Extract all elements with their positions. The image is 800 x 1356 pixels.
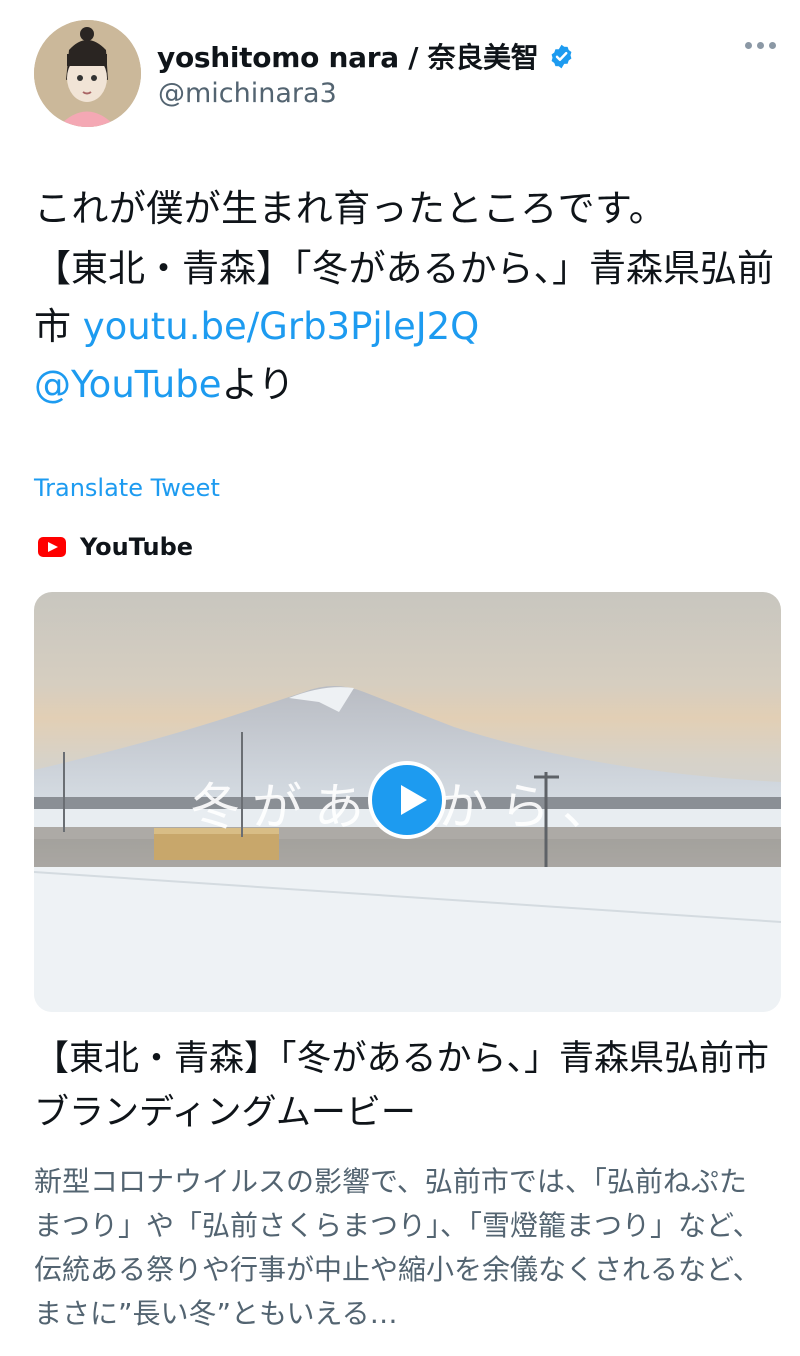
- tweet-text-body: 【東北・青森】「冬があるから、」青森県弘前市 youtu.be/Grb3Pjle…: [34, 240, 784, 414]
- tweet-text-line1: これが僕が生まれ育ったところです。: [34, 187, 667, 230]
- verified-badge-icon: [552, 44, 572, 68]
- tweet-text: これが僕が生まれ育ったところです。 【東北・青森】「冬があるから、」青森県弘前市…: [34, 180, 784, 414]
- tweet-text-suffix: より: [221, 363, 295, 406]
- avatar[interactable]: [34, 20, 141, 127]
- tweet-link[interactable]: youtu.be/Grb3PjleJ2Q: [83, 305, 480, 348]
- author-display-name[interactable]: yoshitomo nara / 奈良美智: [157, 36, 539, 76]
- author-handle[interactable]: @michinara3: [158, 78, 337, 109]
- translate-tweet-link[interactable]: Translate Tweet: [34, 474, 220, 502]
- more-dots-icon[interactable]: [745, 42, 776, 49]
- card-source-label: YouTube: [80, 533, 194, 561]
- card-description: 新型コロナウイルスの影響で、弘前市では、「弘前ねぷたまつり」や「弘前さくらまつり…: [34, 1165, 761, 1330]
- youtube-logo-icon: [38, 537, 66, 557]
- avatar-illustration: [34, 20, 141, 127]
- play-icon[interactable]: [368, 761, 446, 839]
- card-source: YouTube: [38, 533, 193, 561]
- mention-link[interactable]: @YouTube: [34, 363, 221, 406]
- author-name-row[interactable]: yoshitomo nara / 奈良美智: [157, 36, 575, 76]
- card-title[interactable]: 【東北・青森】「冬があるから、」青森県弘前市ブランディングムービー: [34, 1032, 774, 1140]
